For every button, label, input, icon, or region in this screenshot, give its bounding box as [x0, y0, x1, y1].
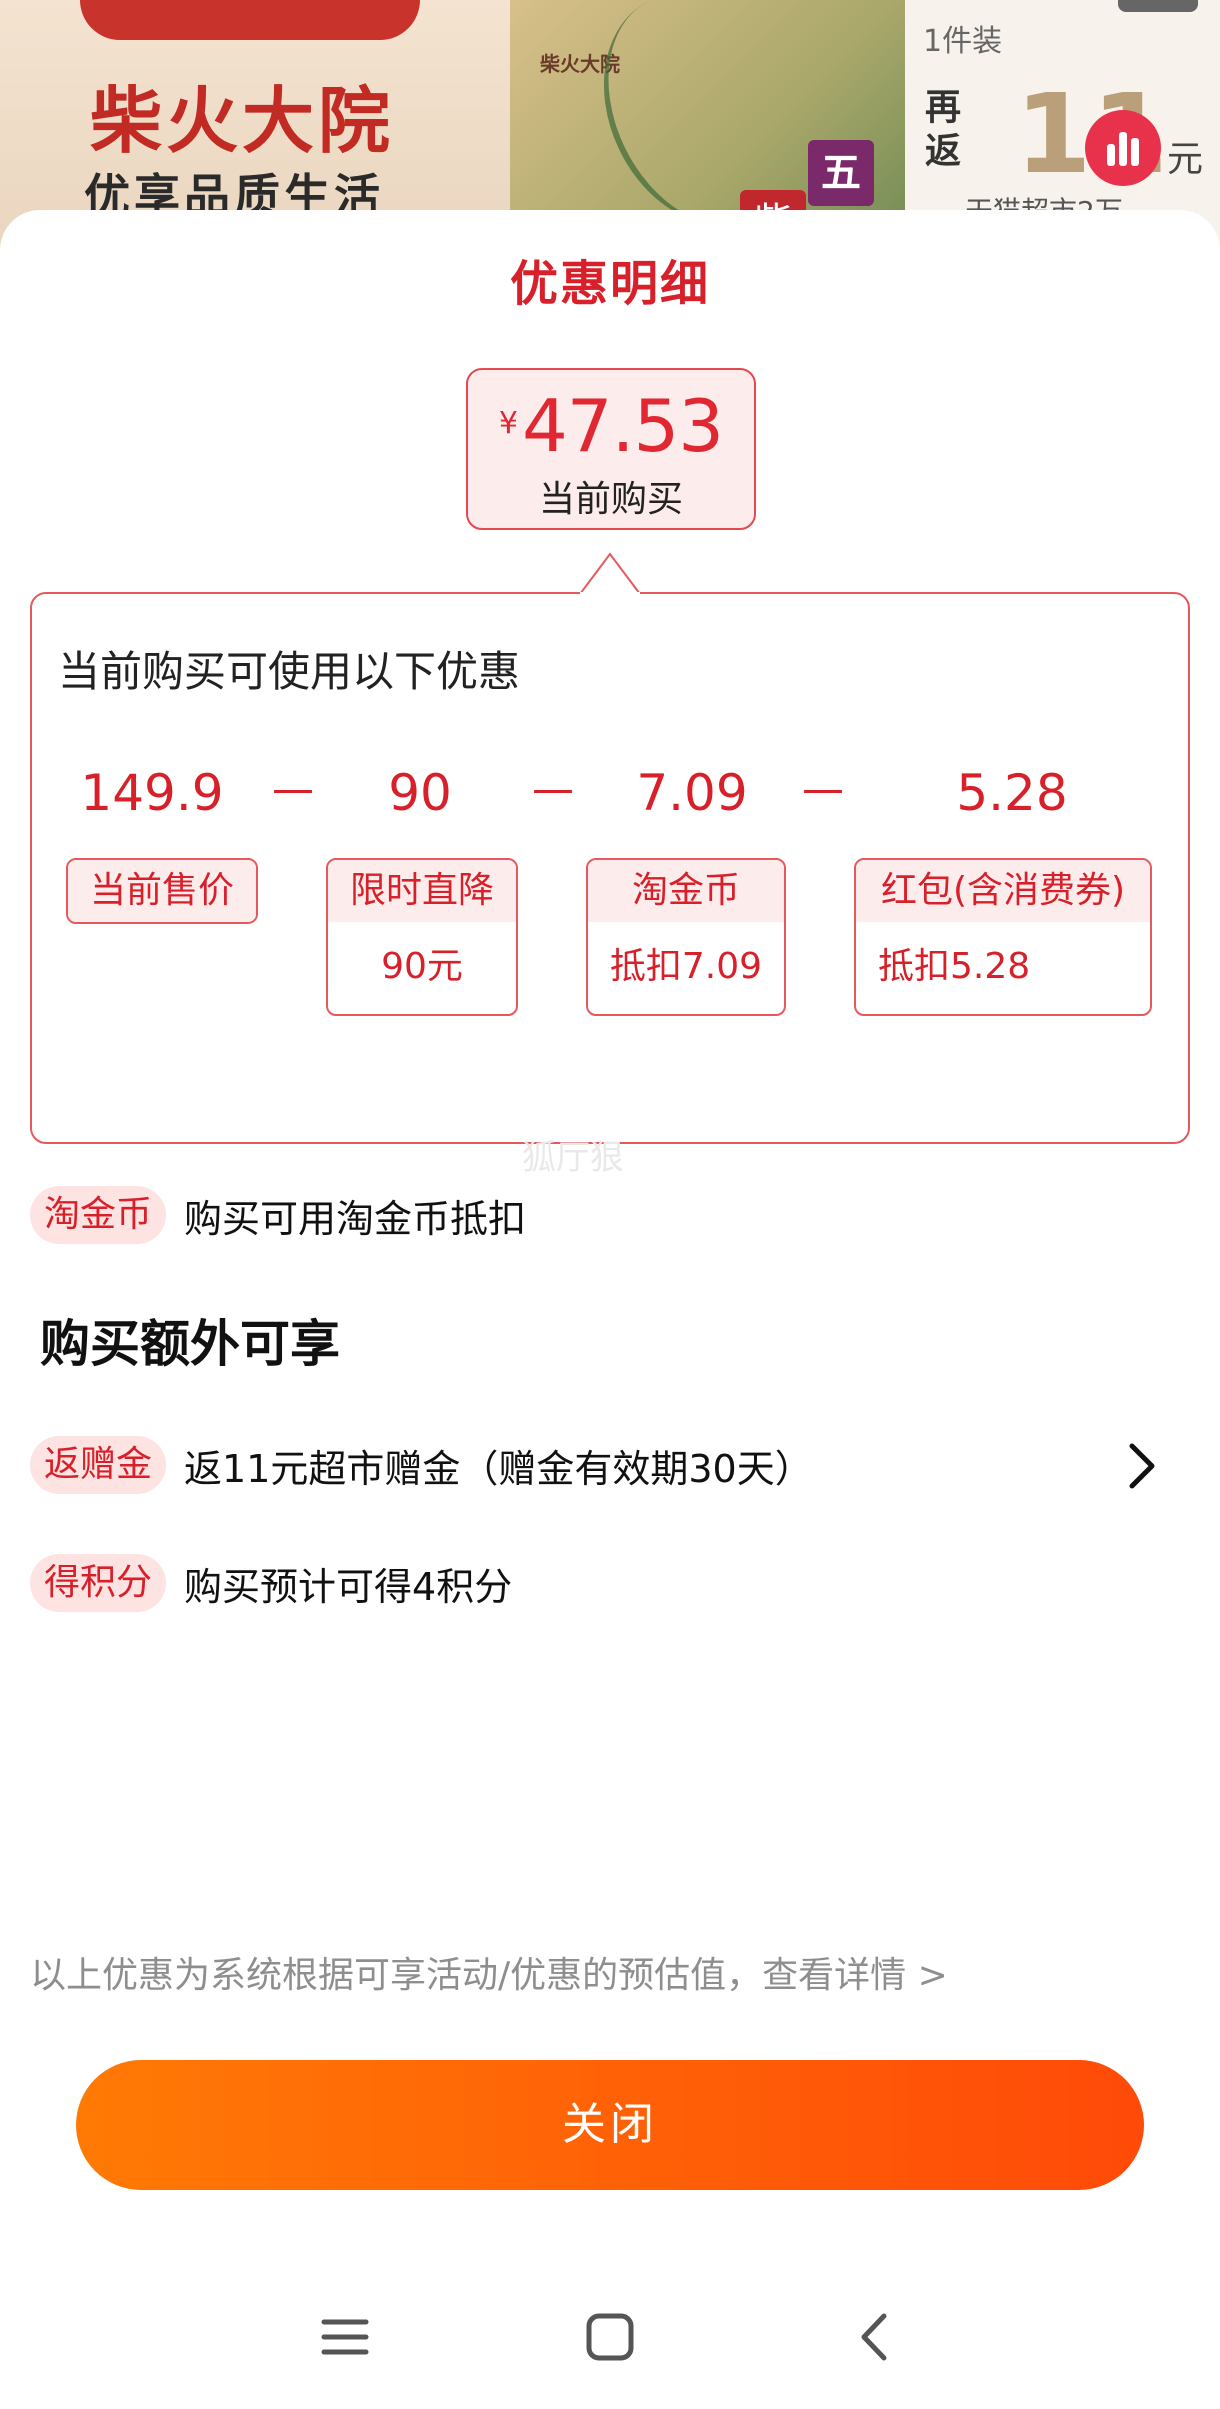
return-unit: 元 [1167, 139, 1204, 180]
menu-icon[interactable] [310, 2302, 380, 2372]
system-nav-bar [0, 2260, 1220, 2409]
bar-chart-icon[interactable] [1085, 110, 1161, 186]
detail-heading: 当前购买可使用以下优惠 [58, 647, 521, 696]
minus-sign: — [532, 764, 574, 813]
points-text: 购买预计可得4积分 [184, 1564, 513, 1609]
extra-benefits-title: 购买额外可享 [40, 1315, 340, 1373]
chip-current-price: 当前售价 [66, 858, 258, 924]
coin-info-text: 购买可用淘金币抵扣 [184, 1196, 527, 1241]
chip-title: 红包(含消费券) [856, 860, 1150, 922]
pointer-caret-icon [580, 552, 640, 594]
calc-coin-discount: 7.09 [636, 764, 748, 822]
chip-subtitle: 抵扣5.28 [878, 946, 1031, 987]
corner-badge [1118, 0, 1198, 12]
discount-detail-sheet: 优惠明细 ¥47.53 当前购买 当前购买可使用以下优惠 149.9 — 90 … [0, 210, 1220, 2409]
current-price: 47.53 [521, 384, 724, 468]
chip-title: 淘金币 [588, 860, 784, 922]
points-row: 得积分 购买预计可得4积分 [30, 1554, 512, 1612]
pieces-label: 1件装 [923, 24, 1003, 59]
current-price-box: ¥47.53 当前购买 [466, 368, 756, 530]
brand-logo-red [80, 0, 420, 40]
currency-symbol: ¥ [498, 406, 518, 441]
back-icon[interactable] [840, 2302, 910, 2372]
current-price-label: 当前购买 [538, 479, 683, 520]
package-tag-five: 五 [808, 140, 874, 206]
chevron-right-icon[interactable] [1122, 1438, 1162, 1494]
chip-title: 限时直降 [328, 860, 516, 922]
points-tag: 得积分 [30, 1554, 167, 1612]
calc-original-price: 149.9 [80, 764, 224, 822]
sheet-title: 优惠明细 [509, 256, 710, 312]
discount-calculation-box: 当前购买可使用以下优惠 149.9 — 90 — 7.09 — 5.28 当前售… [30, 592, 1190, 1144]
chip-coin-discount: 淘金币 抵扣7.09 [586, 858, 786, 1016]
coin-info-row: 淘金币 购买可用淘金币抵扣 [30, 1186, 526, 1244]
return-label: 再返 [925, 87, 962, 172]
coin-tag: 淘金币 [30, 1186, 167, 1244]
close-button[interactable]: 关闭 [76, 2060, 1144, 2190]
minus-sign: — [802, 764, 844, 813]
cashback-tag: 返赠金 [30, 1436, 167, 1494]
home-icon[interactable] [575, 2302, 645, 2372]
chip-title: 当前售价 [68, 860, 256, 922]
calc-direct-discount: 90 [388, 764, 452, 822]
chip-subtitle: 抵扣7.09 [609, 946, 763, 987]
disclaimer-link[interactable]: 以上优惠为系统根据可享活动/优惠的预估值，查看详情 > [30, 1946, 948, 1998]
calc-redpacket-discount: 5.28 [956, 764, 1068, 822]
minus-sign: — [272, 764, 314, 813]
banner-brand: 柴火大院 [90, 79, 395, 163]
chip-direct-discount: 限时直降 90元 [326, 858, 518, 1016]
cashback-text: 返11元超市赠金（赠金有效期30天） [184, 1446, 813, 1491]
watermark: 狐厅狠 [522, 1138, 624, 1178]
chip-subtitle: 90元 [381, 946, 463, 987]
cashback-row[interactable]: 返赠金 返11元超市赠金（赠金有效期30天） [30, 1436, 1190, 1494]
chip-redpacket-discount: 红包(含消费券) 抵扣5.28 [854, 858, 1152, 1016]
